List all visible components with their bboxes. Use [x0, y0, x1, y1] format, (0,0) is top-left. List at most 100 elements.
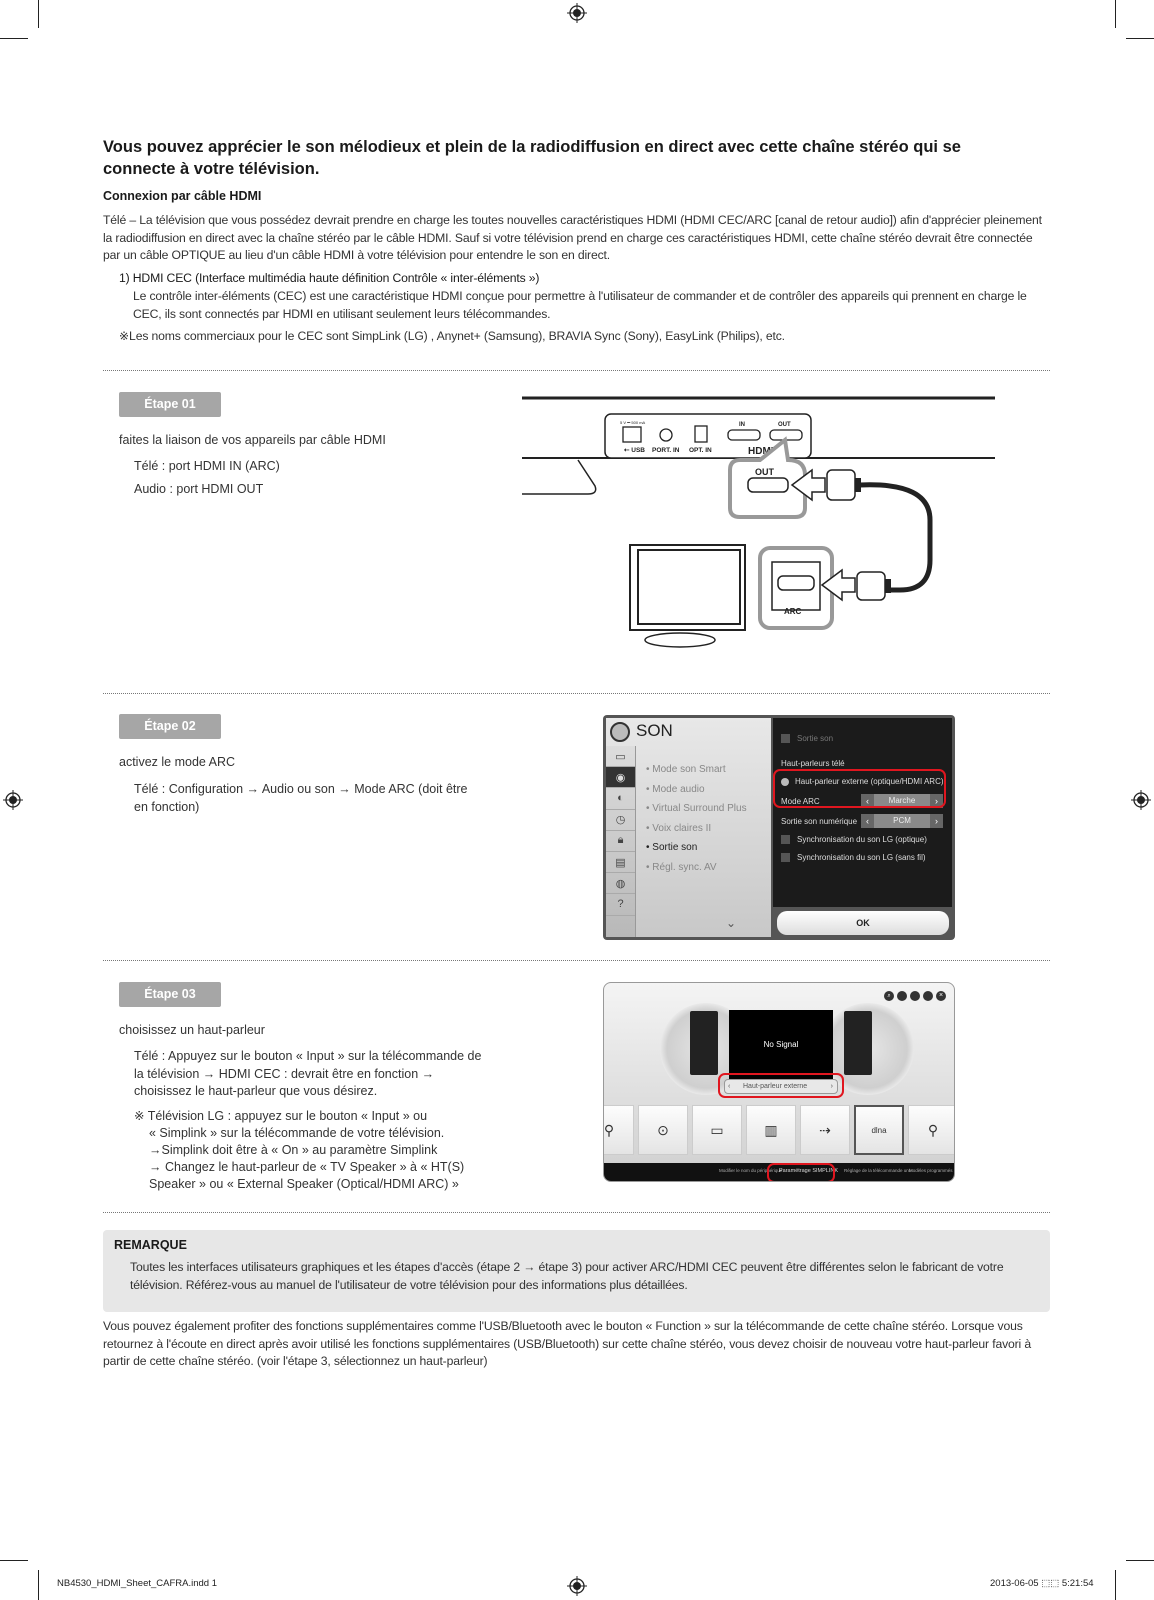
back-icon[interactable]: [923, 991, 933, 1001]
registration-mark-icon: [567, 1576, 587, 1596]
port-in-label: PORT. IN: [652, 447, 680, 454]
note-body: Toutes les interfaces utilisateurs graph…: [130, 1260, 1004, 1292]
input-tile-rgb[interactable]: ▥: [746, 1105, 796, 1155]
closing-paragraph: Vous pouvez également profiter des fonct…: [103, 1319, 1031, 1368]
help-icon[interactable]: ?: [606, 894, 635, 916]
sound-menu-title: SON: [636, 721, 673, 740]
digital-output-label: Sortie son numérique: [781, 817, 858, 826]
crop-mark: [1126, 38, 1154, 39]
step-03-title: choisissez un haut-parleur: [119, 1023, 265, 1037]
ok-button[interactable]: OK: [777, 911, 949, 935]
footer-filename: NB4530_HDMI_Sheet_CAFRA.indd 1: [57, 1578, 218, 1589]
highlight-box: [718, 1073, 844, 1098]
intro-paragraph: Télé – La télévision que vous possédez d…: [103, 213, 1042, 262]
registration-mark-icon: [1131, 790, 1151, 810]
highlight-box: [767, 1163, 835, 1181]
input-tile-component[interactable]: ⚲: [604, 1105, 634, 1155]
speaker-icon: [610, 722, 630, 742]
step-02-badge: Étape 02: [119, 714, 221, 739]
divider: [103, 693, 1050, 694]
sync-wireless-option[interactable]: Synchronisation du son LG (sans fil): [781, 853, 926, 863]
input-tile-av[interactable]: ⚲: [908, 1105, 954, 1155]
crop-mark: [38, 0, 39, 28]
panel-section-label: Haut-parleurs télé: [781, 759, 845, 768]
sound-menu-list: • Mode son Smart • Mode audio • Virtual …: [646, 764, 747, 881]
cec-heading: 1) HDMI CEC (Interface multimédia haute …: [119, 271, 540, 285]
step-03-note: →Simplink doit être à « On » au paramètr…: [149, 1143, 438, 1157]
section-heading: Connexion par câble HDMI: [103, 189, 262, 203]
divider: [103, 1212, 1050, 1213]
chevron-down-icon[interactable]: ⌄: [726, 916, 736, 930]
step-01-title: faites la liaison de vos appareils par c…: [119, 433, 386, 447]
left-speaker-icon: [690, 1011, 718, 1075]
menu-item[interactable]: • Voix claires II: [646, 823, 747, 843]
registration-mark-icon: [3, 790, 23, 810]
toolbar-item[interactable]: Modèles programmés: [909, 1168, 953, 1173]
option-icon[interactable]: ▤: [606, 852, 635, 874]
step-03-badge: Étape 03: [119, 982, 221, 1007]
menu-item[interactable]: • Régl. sync. AV: [646, 862, 747, 882]
usb-port-label: ⇠ USB: [624, 447, 645, 454]
crop-mark: [38, 1570, 39, 1600]
opt-in-label: OPT. IN: [689, 447, 712, 454]
category-icons: ▭ ◉ ◐ ◷ 🔒︎ ▤ ◍ ?: [606, 746, 636, 937]
sound-menu-left: ▭ ◉ ◐ ◷ 🔒︎ ▤ ◍ ? SON • Mode son Smart • …: [606, 718, 771, 937]
user-icon[interactable]: [910, 991, 920, 1001]
step-03-line: Télé : Appuyez sur le bouton « Input » s…: [134, 1049, 482, 1098]
step-01-line: Audio : port HDMI OUT: [134, 482, 264, 496]
digital-output-selector[interactable]: ‹ PCM ›: [861, 814, 943, 828]
crop-mark: [1115, 1570, 1116, 1600]
step-03-note: ※ Télévision LG : appuyez sur le bouton …: [134, 1109, 428, 1123]
search-icon[interactable]: ⌕: [884, 991, 894, 1001]
right-speaker-icon: [844, 1011, 872, 1075]
top-icons: ⌕ ×: [884, 991, 946, 1001]
note-box: REMARQUE Toutes les interfaces utilisate…: [103, 1230, 1050, 1312]
input-tile-antenna[interactable]: ⊙: [638, 1105, 688, 1155]
menu-item[interactable]: • Mode son Smart: [646, 764, 747, 784]
crop-mark: [1126, 1560, 1154, 1561]
note-title: REMARQUE: [114, 1238, 187, 1252]
picture-icon[interactable]: ▭: [606, 746, 635, 768]
menu-item-selected[interactable]: • Sortie son: [646, 842, 747, 862]
channel-icon[interactable]: ◐: [606, 788, 635, 810]
input-tile-usb[interactable]: ⇢: [800, 1105, 850, 1155]
callout-out-label: OUT: [755, 467, 775, 477]
divider: [103, 370, 1050, 371]
step-03-note: → Changez le haut-parleur de « TV Speake…: [149, 1160, 465, 1174]
network-icon[interactable]: ◍: [606, 873, 635, 895]
crop-mark: [0, 1560, 28, 1561]
page-title: Vous pouvez apprécier le son mélodieux e…: [103, 138, 961, 178]
hdmi-in-label: IN: [739, 422, 745, 428]
usb-rating-label: 5 V ⎓ 500 mA: [620, 420, 646, 425]
menu-item[interactable]: • Virtual Surround Plus: [646, 803, 747, 823]
step-03-note: « Simplink » sur la télécommande de votr…: [149, 1126, 445, 1140]
hdmi-out-label: OUT: [778, 422, 791, 428]
footer-datetime: 2013-06-05 ⬚⬚ 5:21:54: [990, 1578, 1094, 1589]
crop-mark: [1115, 0, 1116, 28]
time-icon[interactable]: ◷: [606, 810, 635, 831]
input-tile-hdmi[interactable]: ▭: [692, 1105, 742, 1155]
tv-input-screen: ⌕ × No Signal ‹ Haut-parleur externe › ⚲ ⊙…: [603, 982, 955, 1182]
no-signal-preview: No Signal: [729, 1010, 833, 1080]
chevron-left-icon: ‹: [861, 814, 874, 828]
step-03-note: Speaker » ou « External Speaker (Optical…: [149, 1177, 459, 1191]
chat-icon[interactable]: [897, 991, 907, 1001]
highlight-box: [773, 769, 946, 808]
chevron-right-icon: ›: [930, 814, 943, 828]
sound-icon[interactable]: ◉: [606, 767, 635, 789]
step-02-line: Télé : Configuration → Audio ou son → Mo…: [134, 782, 468, 814]
sound-output-panel: Sortie son Haut-parleurs télé Haut-parle…: [773, 718, 952, 907]
input-tile-dlna[interactable]: dlna: [854, 1105, 904, 1155]
divider: [103, 960, 1050, 961]
step-01-badge: Étape 01: [119, 392, 221, 417]
sortie-son-option[interactable]: Sortie son: [781, 734, 833, 744]
tv-sound-menu: ▭ ◉ ◐ ◷ 🔒︎ ▤ ◍ ? SON • Mode son Smart • …: [603, 715, 955, 940]
menu-item[interactable]: • Mode audio: [646, 784, 747, 804]
cec-note: ※Les noms commerciaux pour le CEC sont S…: [119, 329, 785, 343]
cec-body: Le contrôle inter-éléments (CEC) est une…: [133, 289, 1027, 321]
sync-optical-option[interactable]: Synchronisation du son LG (optique): [781, 835, 927, 845]
lock-icon[interactable]: 🔒︎: [606, 831, 635, 852]
hdmi-connection-diagram: 5 V ⎓ 500 mA ⇠ USB PORT. IN OPT. IN IN O…: [522, 396, 995, 648]
toolbar-item[interactable]: Réglage de la télécommande univ.: [844, 1168, 913, 1173]
close-icon[interactable]: ×: [936, 991, 946, 1001]
